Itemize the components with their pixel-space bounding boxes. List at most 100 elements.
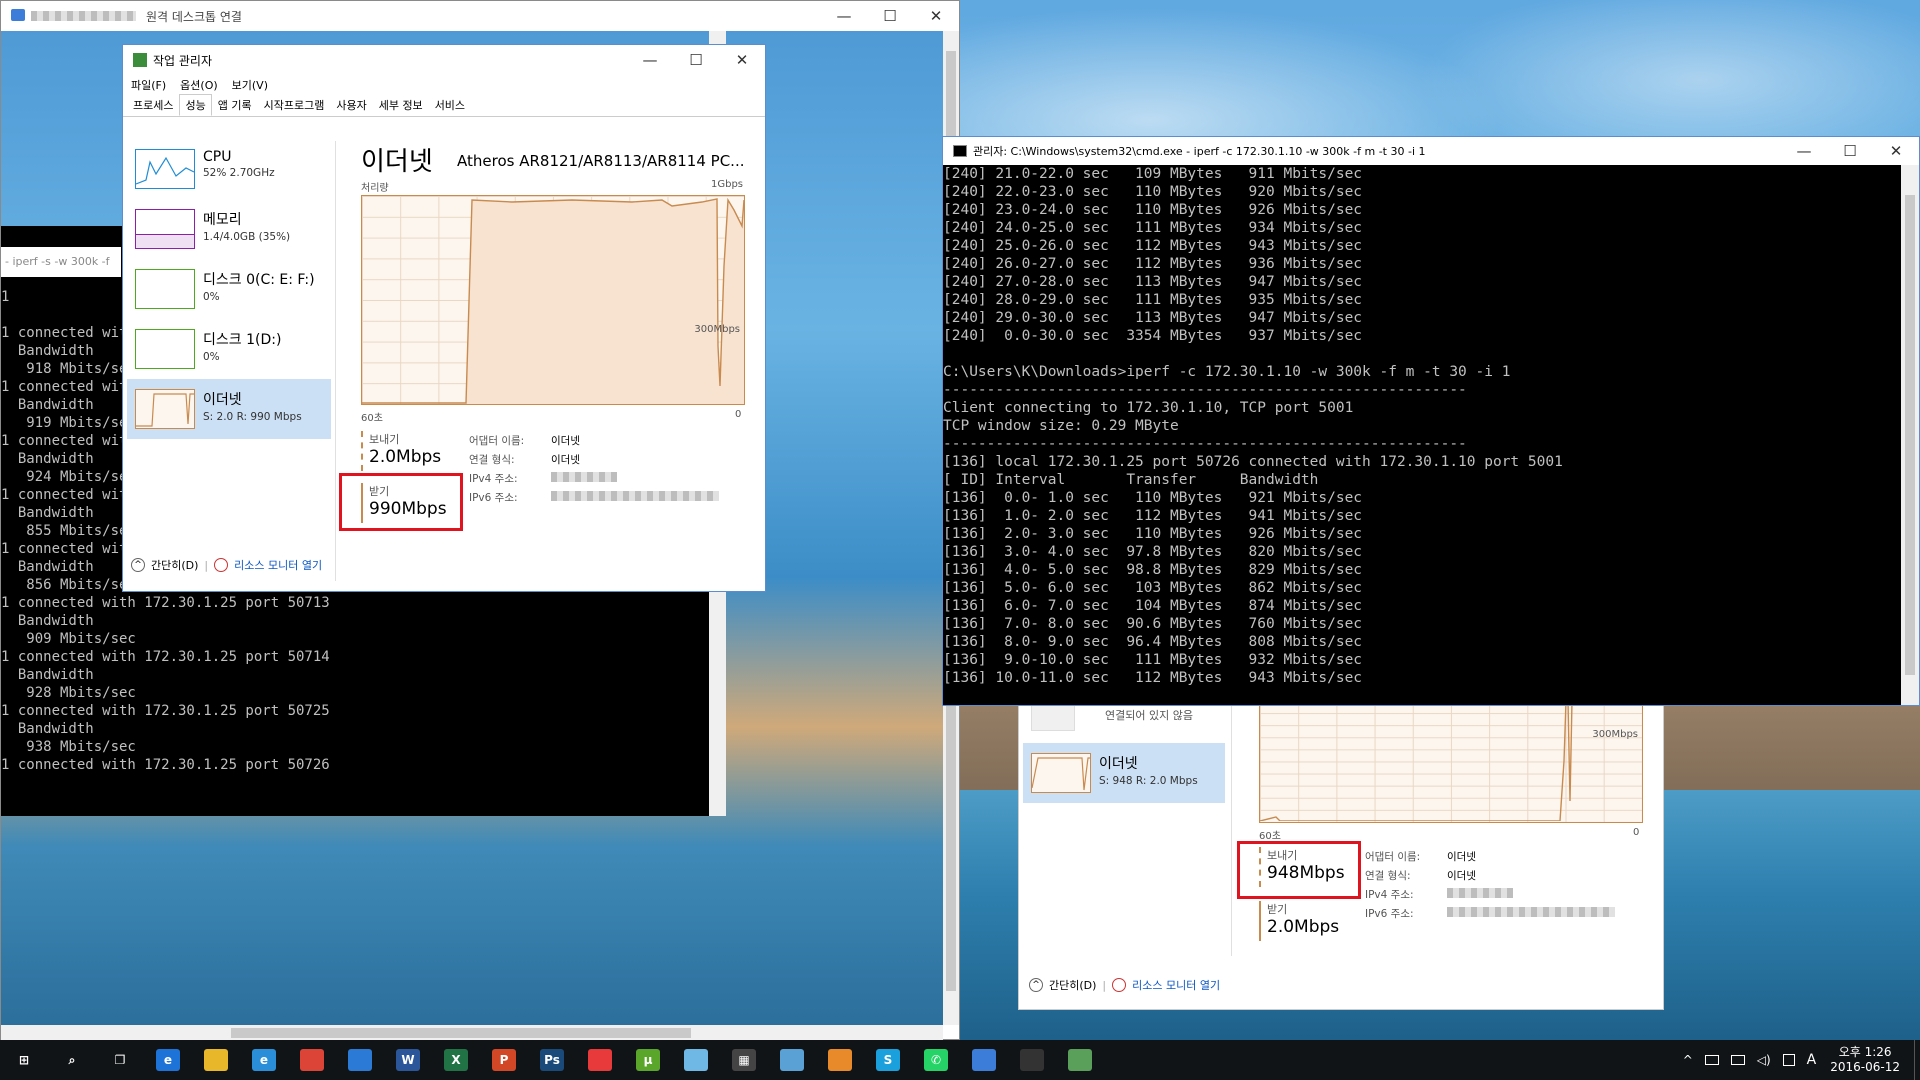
remote-console-titlebar[interactable]: - iperf -s -w 300k -f bbox=[1, 247, 121, 277]
chrome-icon[interactable] bbox=[288, 1040, 336, 1080]
utorrent-icon[interactable]: µ bbox=[624, 1040, 672, 1080]
cmd-titlebar[interactable]: 관리자: C:\Windows\system32\cmd.exe - iperf… bbox=[943, 137, 1919, 165]
display-icon[interactable] bbox=[1730, 1055, 1745, 1065]
remote-desktop-title: 원격 데스크톱 연결 bbox=[146, 9, 242, 24]
notepad-icon[interactable] bbox=[672, 1040, 720, 1080]
cpu-mini-graph bbox=[135, 149, 195, 189]
volume-icon[interactable]: ◁) bbox=[1757, 1053, 1771, 1067]
photoshop-icon[interactable]: Ps bbox=[528, 1040, 576, 1080]
chevron-up-icon[interactable]: ^ bbox=[1683, 1053, 1693, 1067]
cmd-line: [136] 5.0- 6.0 sec 103 MBytes 862 Mbits/… bbox=[943, 580, 1363, 596]
graph-max-label: 1Gbps bbox=[711, 179, 744, 190]
taskbar: ⊞ ⌕ ❐ e e W X P Ps µ ▦ S ✆ ^ ◁) A 오후 1:26 2016-06-12 bbox=[0, 1040, 1920, 1080]
edge-icon[interactable]: e bbox=[144, 1040, 192, 1080]
clock[interactable]: 오후 1:26 2016-06-12 bbox=[1830, 1045, 1900, 1075]
sidebar-item-disk1[interactable]: 디스크 1(D:) 0% bbox=[127, 319, 331, 379]
cmd-line: [136] 9.0-10.0 sec 111 MBytes 932 Mbits/… bbox=[943, 652, 1363, 668]
chevron-up-icon[interactable]: ^ bbox=[131, 558, 145, 572]
excel-icon[interactable]: X bbox=[432, 1040, 480, 1080]
task-manager-icon[interactable] bbox=[1056, 1040, 1104, 1080]
local-resource-monitor-link[interactable]: 리소스 모니터 열기 bbox=[1132, 977, 1220, 993]
cmd-line: C:\Users\K\Downloads>iperf -c 172.30.1.1… bbox=[943, 364, 1511, 380]
show-desktop-button[interactable] bbox=[1914, 1040, 1920, 1080]
local-fewer-details-link[interactable]: 간단히(D) bbox=[1049, 977, 1096, 993]
cmd-line: [136] 0.0- 1.0 sec 110 MBytes 921 Mbits/… bbox=[943, 490, 1363, 506]
close-button[interactable]: ✕ bbox=[913, 1, 959, 31]
cmd-maximize-button[interactable]: ☐ bbox=[1827, 136, 1873, 166]
cmd-window[interactable]: 관리자: C:\Windows\system32\cmd.exe - iperf… bbox=[942, 136, 1920, 706]
task-manager-window[interactable]: 작업 관리자 — ☐ ✕ 파일(F) 옵션(O) 보기(V) 프로세스 성능 앱… bbox=[122, 44, 766, 592]
cmd-title: 관리자: C:\Windows\system32\cmd.exe - iperf… bbox=[973, 145, 1426, 158]
tm-minimize-button[interactable]: — bbox=[627, 45, 673, 75]
tm-close-button[interactable]: ✕ bbox=[719, 45, 765, 75]
info-value: 이더넷 bbox=[551, 435, 580, 447]
info-value: 이더넷 bbox=[551, 454, 580, 466]
sidebar-item-cpu[interactable]: CPU 52% 2.70GHz bbox=[127, 139, 331, 199]
blurred-ipv6 bbox=[551, 491, 719, 501]
paint-icon[interactable] bbox=[768, 1040, 816, 1080]
cmd-icon[interactable] bbox=[1008, 1040, 1056, 1080]
sidebar-item-ethernet[interactable]: 이더넷 S: 2.0 R: 990 Mbps bbox=[127, 379, 331, 439]
sidebar-item-disk0[interactable]: 디스크 0(C: E: F:) 0% bbox=[127, 259, 331, 319]
calculator-icon[interactable]: ▦ bbox=[720, 1040, 768, 1080]
skype-icon[interactable]: S bbox=[864, 1040, 912, 1080]
tm-footer: ^ 간단히(D) | 리소스 모니터 열기 bbox=[131, 557, 322, 573]
clock-time: 오후 1:26 bbox=[1838, 1045, 1892, 1059]
maximize-button[interactable]: ☐ bbox=[867, 1, 913, 31]
remote-horizontal-scrollbar[interactable] bbox=[1, 1025, 943, 1041]
menu-view[interactable]: 보기(V) bbox=[232, 77, 268, 93]
graph-zero-label: 0 bbox=[735, 409, 742, 420]
fewer-details-link[interactable]: 간단히(D) bbox=[151, 557, 198, 573]
menu-options[interactable]: 옵션(O) bbox=[180, 77, 217, 93]
task-manager-icon bbox=[133, 53, 147, 67]
word-icon[interactable]: W bbox=[384, 1040, 432, 1080]
start-icon[interactable]: ⊞ bbox=[0, 1040, 48, 1080]
media-icon[interactable] bbox=[816, 1040, 864, 1080]
sidebar-item-ethernet-local[interactable]: 이더넷 S: 948 R: 2.0 Mbps bbox=[1023, 743, 1225, 803]
cmd-output[interactable]: [240] 21.0-22.0 sec 109 MBytes 911 Mbits… bbox=[943, 165, 1901, 705]
info-key: 연결 형식: bbox=[469, 454, 515, 466]
tab-services[interactable]: 서비스 bbox=[429, 94, 471, 116]
ie-icon[interactable]: e bbox=[240, 1040, 288, 1080]
search-icon[interactable]: ⌕ bbox=[48, 1040, 96, 1080]
info-key: IPv6 주소: bbox=[469, 492, 518, 504]
menu-file[interactable]: 파일(F) bbox=[131, 77, 166, 93]
tab-startup[interactable]: 시작프로그램 bbox=[258, 94, 331, 116]
store-icon[interactable] bbox=[336, 1040, 384, 1080]
cmd-line: [136] 3.0- 4.0 sec 97.8 MBytes 820 Mbits… bbox=[943, 544, 1363, 560]
camera-icon[interactable] bbox=[576, 1040, 624, 1080]
whatsapp-icon[interactable]: ✆ bbox=[912, 1040, 960, 1080]
ime-indicator[interactable]: A bbox=[1807, 1052, 1817, 1068]
resource-monitor-link[interactable]: 리소스 모니터 열기 bbox=[234, 557, 322, 573]
task-view-icon[interactable]: ❐ bbox=[96, 1040, 144, 1080]
info-key: IPv6 주소: bbox=[1365, 908, 1414, 920]
console-line: 928 Mbits/sec bbox=[1, 685, 136, 701]
remote-desktop-icon[interactable] bbox=[960, 1040, 1008, 1080]
remote-desktop-titlebar[interactable]: 원격 데스크톱 연결 — ☐ ✕ bbox=[1, 1, 959, 31]
minimize-button[interactable]: — bbox=[821, 1, 867, 31]
notes-icon[interactable] bbox=[1782, 1054, 1795, 1066]
tm-maximize-button[interactable]: ☐ bbox=[673, 45, 719, 75]
chevron-up-icon[interactable]: ^ bbox=[1029, 978, 1043, 992]
throughput-label: 처리량 bbox=[361, 183, 389, 194]
task-manager-titlebar[interactable]: 작업 관리자 — ☐ ✕ bbox=[123, 45, 765, 75]
network-icon[interactable] bbox=[1704, 1055, 1719, 1065]
tab-performance[interactable]: 성능 bbox=[179, 94, 212, 116]
cmd-line: [136] 2.0- 3.0 sec 110 MBytes 926 Mbits/… bbox=[943, 526, 1363, 542]
tab-processes[interactable]: 프로세스 bbox=[127, 94, 179, 116]
info-key: 어댑터 이름: bbox=[469, 435, 525, 447]
throughput-graph: 300Mbps bbox=[361, 195, 745, 405]
local-task-manager-window[interactable]: 연결되어 있지 않음 이더넷 S: 948 R: 2.0 Mbps 300Mbps… bbox=[1018, 700, 1664, 1010]
tab-app-history[interactable]: 앱 기록 bbox=[212, 94, 258, 116]
sidebar-item-memory[interactable]: 메모리 1.4/4.0GB (35%) bbox=[127, 199, 331, 259]
file-explorer-icon[interactable] bbox=[192, 1040, 240, 1080]
resource-monitor-icon bbox=[1112, 978, 1127, 992]
tab-users[interactable]: 사용자 bbox=[330, 94, 372, 116]
cmd-close-button[interactable]: ✕ bbox=[1873, 136, 1919, 166]
powerpoint-icon[interactable]: P bbox=[480, 1040, 528, 1080]
send-label: 보내기 bbox=[369, 433, 400, 446]
disconnected-label: 연결되어 있지 않음 bbox=[1105, 709, 1193, 722]
tab-details[interactable]: 세부 정보 bbox=[373, 94, 429, 116]
cmd-minimize-button[interactable]: — bbox=[1781, 136, 1827, 166]
cmd-scrollbar[interactable] bbox=[1901, 165, 1919, 705]
